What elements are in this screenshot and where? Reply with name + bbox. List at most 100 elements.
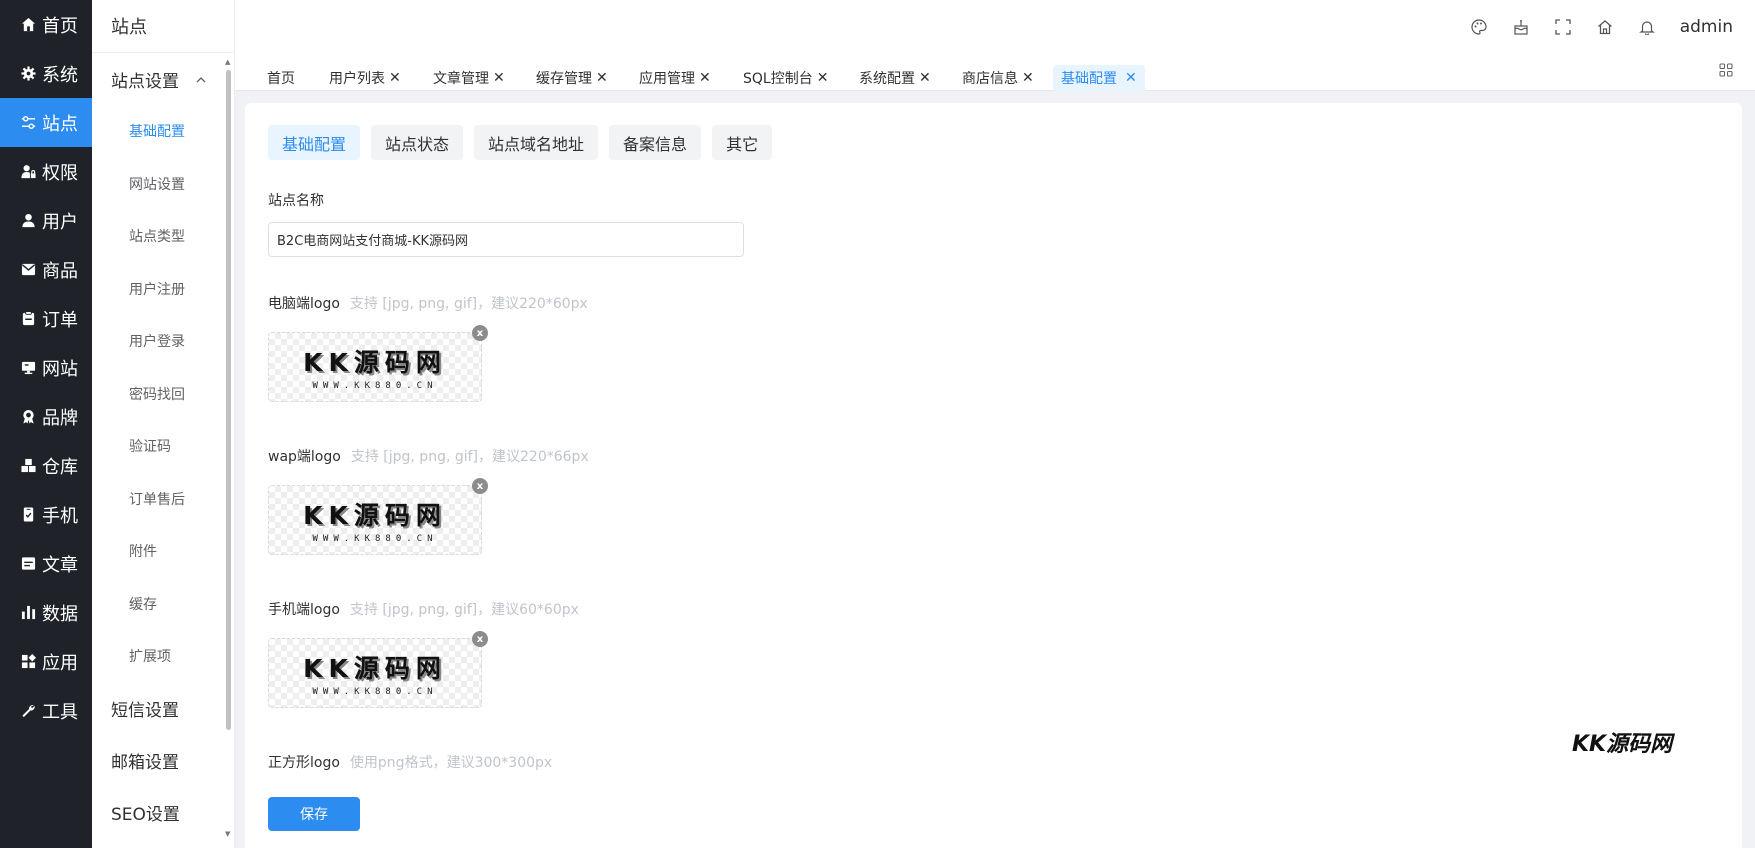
palette-icon[interactable]: [1470, 18, 1488, 36]
document-icon: [20, 556, 36, 572]
nav-item-brand[interactable]: 品牌: [0, 392, 92, 441]
close-icon[interactable]: ✕: [596, 70, 608, 86]
tab-shop-info[interactable]: 商店信息 ✕: [954, 65, 1042, 91]
tab-label: 首页: [267, 71, 295, 87]
close-icon[interactable]: ✕: [817, 70, 829, 86]
nav-item-order[interactable]: 订单: [0, 294, 92, 343]
tab-user-list[interactable]: 用户列表 ✕: [321, 65, 409, 91]
nav-item-tools[interactable]: 工具: [0, 686, 92, 735]
sub-item-site-type[interactable]: 站点类型: [92, 210, 234, 263]
sub-group-sms-settings[interactable]: 短信设置: [92, 683, 234, 735]
tabs-bar: 首页 用户列表 ✕ 文章管理 ✕ 缓存管理 ✕ 应用管理 ✕ SQL控制台 ✕ 系统配置 ✕…: [235, 53, 1755, 91]
close-icon[interactable]: ✕: [1125, 70, 1137, 86]
nav-item-home[interactable]: 首页: [0, 0, 92, 49]
sub-item-attachment[interactable]: 附件: [92, 525, 234, 578]
scroll-up-icon[interactable]: ▲: [225, 58, 230, 66]
sub-item-user-login[interactable]: 用户登录: [92, 315, 234, 368]
tab-system-config[interactable]: 系统配置 ✕: [851, 65, 939, 91]
sub-item-after-sales[interactable]: 订单售后: [92, 473, 234, 526]
close-icon[interactable]: ✕: [389, 70, 401, 86]
subtab-other[interactable]: 其它: [712, 125, 773, 160]
nav-item-article[interactable]: 文章: [0, 539, 92, 588]
tab-label: 应用管理: [639, 71, 695, 87]
pc-logo-upload[interactable]: KK源码网 WWW.KK880.CN: [268, 332, 482, 402]
site-name-input[interactable]: [268, 222, 744, 257]
wap-logo-remove-icon[interactable]: x: [472, 478, 488, 494]
subtab-icp-info[interactable]: 备案信息: [609, 125, 702, 160]
tab-label: 缓存管理: [536, 71, 592, 87]
close-icon[interactable]: ✕: [919, 70, 931, 86]
nav-item-site[interactable]: 站点: [0, 98, 92, 147]
sub-group-site-settings[interactable]: 站点设置: [92, 53, 234, 105]
scrollbar-thumb[interactable]: [226, 70, 231, 730]
sub-group-seo-settings[interactable]: SEO设置: [92, 787, 234, 839]
logo-text: KK源码网: [303, 348, 447, 377]
subtab-site-domain[interactable]: 站点域名地址: [474, 125, 599, 160]
tab-cache-management[interactable]: 缓存管理 ✕: [528, 65, 616, 91]
bell-icon[interactable]: [1638, 18, 1656, 36]
nav-item-website[interactable]: 网站: [0, 343, 92, 392]
nav-item-system[interactable]: 系统: [0, 49, 92, 98]
sub-group-email-settings[interactable]: 邮箱设置: [92, 735, 234, 787]
subtab-site-status[interactable]: 站点状态: [371, 125, 464, 160]
close-icon[interactable]: ✕: [1022, 70, 1034, 86]
tab-app-management[interactable]: 应用管理 ✕: [631, 65, 719, 91]
nav-item-goods[interactable]: 商品: [0, 245, 92, 294]
pc-logo-label: 电脑端logo 支持 [jpg, png, gif]，建议220*60px: [268, 293, 588, 313]
wap-logo-label: wap端logo 支持 [jpg, png, gif]，建议220*66px: [268, 446, 589, 466]
sub-item-cache[interactable]: 缓存: [92, 578, 234, 631]
sub-item-website-settings[interactable]: 网站设置: [92, 158, 234, 211]
watermark-text: KK源码网: [1572, 732, 1673, 757]
nav-item-user[interactable]: 用户: [0, 196, 92, 245]
subtab-basic-config[interactable]: 基础配置: [268, 125, 361, 160]
user-icon: [20, 213, 36, 229]
tab-article-management[interactable]: 文章管理 ✕: [425, 65, 513, 91]
sub-item-user-register[interactable]: 用户注册: [92, 263, 234, 316]
nav-item-label: 品牌: [42, 407, 78, 429]
config-subtabs: 基础配置 站点状态 站点域名地址 备案信息 其它: [268, 125, 783, 160]
nav-item-data[interactable]: 数据: [0, 588, 92, 637]
pc-logo-remove-icon[interactable]: x: [472, 325, 488, 341]
phone-icon: [20, 507, 36, 523]
scroll-down-icon[interactable]: ▼: [225, 830, 230, 838]
nav-item-label: 文章: [42, 554, 78, 576]
nav-item-label: 网站: [42, 358, 78, 380]
sub-item-extensions[interactable]: 扩展项: [92, 630, 234, 683]
home-icon[interactable]: [1596, 18, 1614, 36]
sub-item-basic-config[interactable]: 基础配置: [92, 105, 234, 158]
tab-label: 文章管理: [433, 71, 489, 87]
pc-logo-label-text: 电脑端logo: [268, 296, 340, 312]
nav-item-mobile[interactable]: 手机: [0, 490, 92, 539]
nav-item-label: 手机: [42, 505, 78, 527]
pc-logo-hint: 支持 [jpg, png, gif]，建议220*60px: [349, 296, 588, 312]
sub-item-password-recovery[interactable]: 密码找回: [92, 368, 234, 421]
save-button[interactable]: 保存: [268, 797, 360, 831]
grid-icon: [20, 654, 36, 670]
nav-item-app[interactable]: 应用: [0, 637, 92, 686]
tab-sql-console[interactable]: SQL控制台 ✕: [735, 65, 836, 91]
close-icon[interactable]: ✕: [699, 70, 711, 86]
sub-menu-scrollbar[interactable]: ▲ ▼: [225, 58, 232, 838]
mobile-logo-label: 手机端logo 支持 [jpg, png, gif]，建议60*60px: [268, 599, 579, 619]
square-logo-label: 正方形logo 使用png格式，建议300*300px: [268, 752, 552, 772]
user-menu[interactable]: admin: [1680, 17, 1733, 37]
tab-label: 系统配置: [859, 71, 915, 87]
fullscreen-icon[interactable]: [1554, 18, 1572, 36]
gear-icon: [20, 66, 36, 82]
sub-item-captcha[interactable]: 验证码: [92, 420, 234, 473]
cake-icon[interactable]: [1512, 18, 1530, 36]
boxes-icon: [20, 458, 36, 474]
nav-item-label: 订单: [42, 309, 78, 331]
top-header: admin: [235, 0, 1755, 53]
nav-item-warehouse[interactable]: 仓库: [0, 441, 92, 490]
mobile-logo-upload[interactable]: KK源码网 WWW.KK880.CN: [268, 638, 482, 708]
tab-basic-config[interactable]: 基础配置 ✕: [1053, 65, 1145, 91]
tabs-menu-icon[interactable]: [1719, 63, 1733, 77]
wap-logo-hint: 支持 [jpg, png, gif]，建议220*66px: [350, 449, 589, 465]
wap-logo-upload[interactable]: KK源码网 WWW.KK880.CN: [268, 485, 482, 555]
nav-item-permission[interactable]: 权限: [0, 147, 92, 196]
wap-logo-label-text: wap端logo: [268, 449, 341, 465]
tab-home[interactable]: 首页: [259, 65, 303, 91]
mobile-logo-remove-icon[interactable]: x: [472, 631, 488, 647]
close-icon[interactable]: ✕: [493, 70, 505, 86]
